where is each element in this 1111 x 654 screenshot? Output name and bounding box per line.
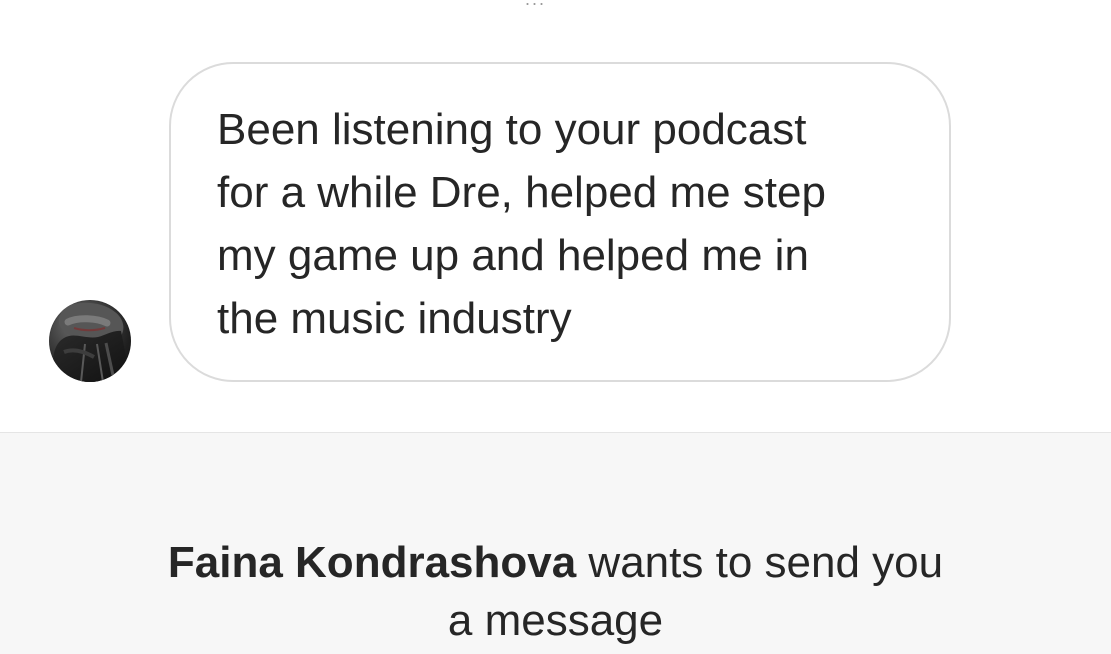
message-text: Been listening to your podcast for a whi… (217, 105, 826, 343)
message-request-text: Faina Kondrashova wants to send you a me… (0, 534, 1111, 650)
message-bubble[interactable]: Been listening to your podcast for a whi… (169, 62, 951, 382)
request-prompt-line-2: a message (447, 596, 664, 645)
incoming-message-row: Been listening to your podcast for a whi… (0, 62, 1111, 384)
sender-avatar[interactable] (49, 300, 131, 382)
message-thread: ... Been list (0, 0, 1111, 432)
request-sender-name[interactable]: Faina Kondrashova (168, 538, 576, 587)
clipped-previous-message: ... (525, 0, 585, 10)
request-prompt-line-1: wants to send you (576, 538, 944, 587)
message-request-panel: Faina Kondrashova wants to send you a me… (0, 433, 1111, 654)
